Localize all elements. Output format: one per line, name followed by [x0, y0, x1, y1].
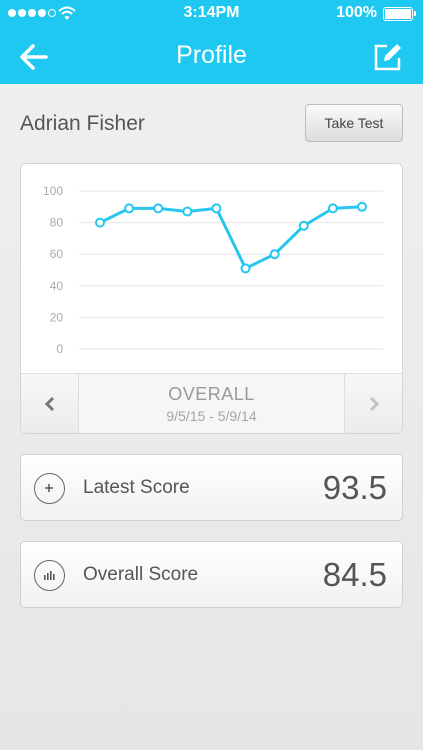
- data-point[interactable]: [327, 203, 338, 214]
- page-title: Profile: [176, 41, 247, 69]
- data-point[interactable]: [357, 201, 367, 212]
- data-point[interactable]: [95, 217, 105, 228]
- overall-score-value: 84.5: [322, 556, 387, 593]
- battery-icon: [383, 7, 416, 21]
- navigation-bar: Profile: [0, 28, 423, 84]
- bar-chart-icon: [34, 560, 65, 591]
- y-tick-label: 80: [50, 216, 64, 230]
- plus-icon: [34, 473, 65, 504]
- y-tick-label: 40: [50, 279, 64, 293]
- take-test-button[interactable]: Take Test: [305, 104, 403, 142]
- overall-score-card[interactable]: Overall Score 84.5: [20, 541, 403, 608]
- chevron-left-icon: [44, 396, 55, 412]
- edit-icon[interactable]: [373, 42, 403, 72]
- y-tick-label: 100: [43, 184, 63, 198]
- data-point[interactable]: [240, 263, 251, 274]
- data-point[interactable]: [269, 249, 280, 260]
- score-line-chart: 100 80 60 40 20 0: [43, 184, 383, 356]
- top-bar: 3:14PM 100% Profile: [0, 0, 423, 84]
- chart-title: OVERALL: [168, 384, 255, 404]
- series-line: [99, 205, 363, 270]
- y-tick-label: 60: [50, 247, 64, 261]
- y-tick-label: 20: [50, 310, 64, 324]
- overall-score-label: Overall Score: [83, 564, 199, 585]
- chart-navigator: OVERALL 9/5/15 - 5/9/14: [21, 373, 402, 433]
- profile-name: Adrian Fisher: [20, 112, 145, 135]
- data-point[interactable]: [298, 220, 309, 231]
- data-point[interactable]: [153, 203, 164, 214]
- chart-prev-button[interactable]: [21, 374, 79, 433]
- status-bar: 3:14PM 100%: [0, 0, 423, 28]
- latest-score-card[interactable]: Latest Score 93.5: [20, 454, 403, 521]
- profile-header: Adrian Fisher Take Test: [20, 104, 403, 144]
- score-chart-card: 100 80 60 40 20 0 OVERALL 9/5/15 - 5/9/14: [20, 163, 403, 434]
- data-point[interactable]: [124, 203, 135, 214]
- latest-score-label: Latest Score: [83, 477, 190, 498]
- y-tick-label: 0: [56, 342, 63, 356]
- chart-date-range: 9/5/15 - 5/9/14: [166, 408, 257, 424]
- chart-period: OVERALL 9/5/15 - 5/9/14: [79, 374, 344, 433]
- chart-next-button[interactable]: [344, 374, 402, 433]
- battery-percentage: 100%: [336, 4, 377, 21]
- data-point[interactable]: [211, 203, 222, 214]
- data-point[interactable]: [182, 206, 193, 217]
- latest-score-value: 93.5: [322, 469, 387, 506]
- chevron-right-icon: [369, 396, 380, 412]
